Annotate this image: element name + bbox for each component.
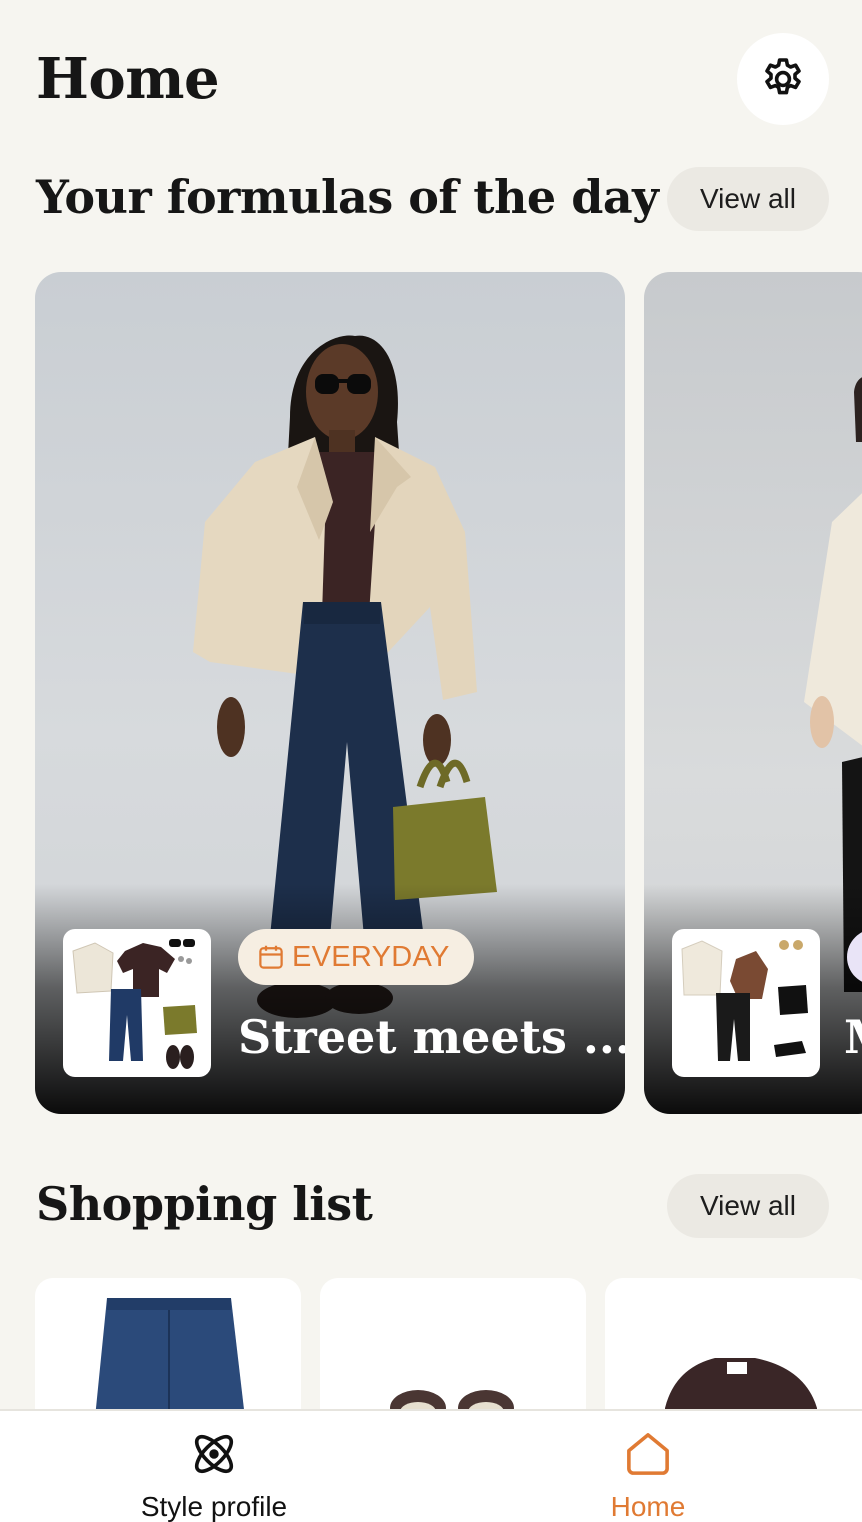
formula-card[interactable]: EVERYDAY Street meets ... (35, 272, 625, 1114)
home-icon (627, 1433, 669, 1475)
nav-item-label: Home (610, 1491, 686, 1522)
nav-item-style-profile[interactable]: Style profile (84, 1411, 344, 1522)
outfit-thumbnail (672, 929, 820, 1077)
formulas-view-all-button[interactable]: View all (667, 167, 829, 231)
formula-card[interactable]: M (644, 272, 862, 1114)
outfit-items-image (72, 939, 197, 1069)
page-title: Home (36, 46, 220, 112)
shopping-section-title: Shopping list (36, 1177, 373, 1231)
formulas-section-title: Your formulas of the day (36, 170, 659, 224)
formula-card-title: Street meets ... (238, 1010, 625, 1064)
category-tag: EVERYDAY (238, 929, 474, 985)
formula-card-title: M (844, 1010, 862, 1064)
nav-item-home[interactable]: Home (518, 1411, 778, 1522)
category-tag-label: EVERYDAY (292, 940, 450, 973)
bottom-navigation: Style profile Home (0, 1409, 862, 1522)
outfit-thumbnail (63, 929, 211, 1077)
atom-icon (194, 1434, 234, 1474)
outfit-items-image (681, 940, 808, 1061)
shopping-view-all-button[interactable]: View all (667, 1174, 829, 1238)
gear-icon (765, 58, 801, 95)
calendar-icon (259, 945, 283, 969)
nav-item-label: Style profile (140, 1491, 288, 1522)
settings-button[interactable] (737, 33, 829, 125)
